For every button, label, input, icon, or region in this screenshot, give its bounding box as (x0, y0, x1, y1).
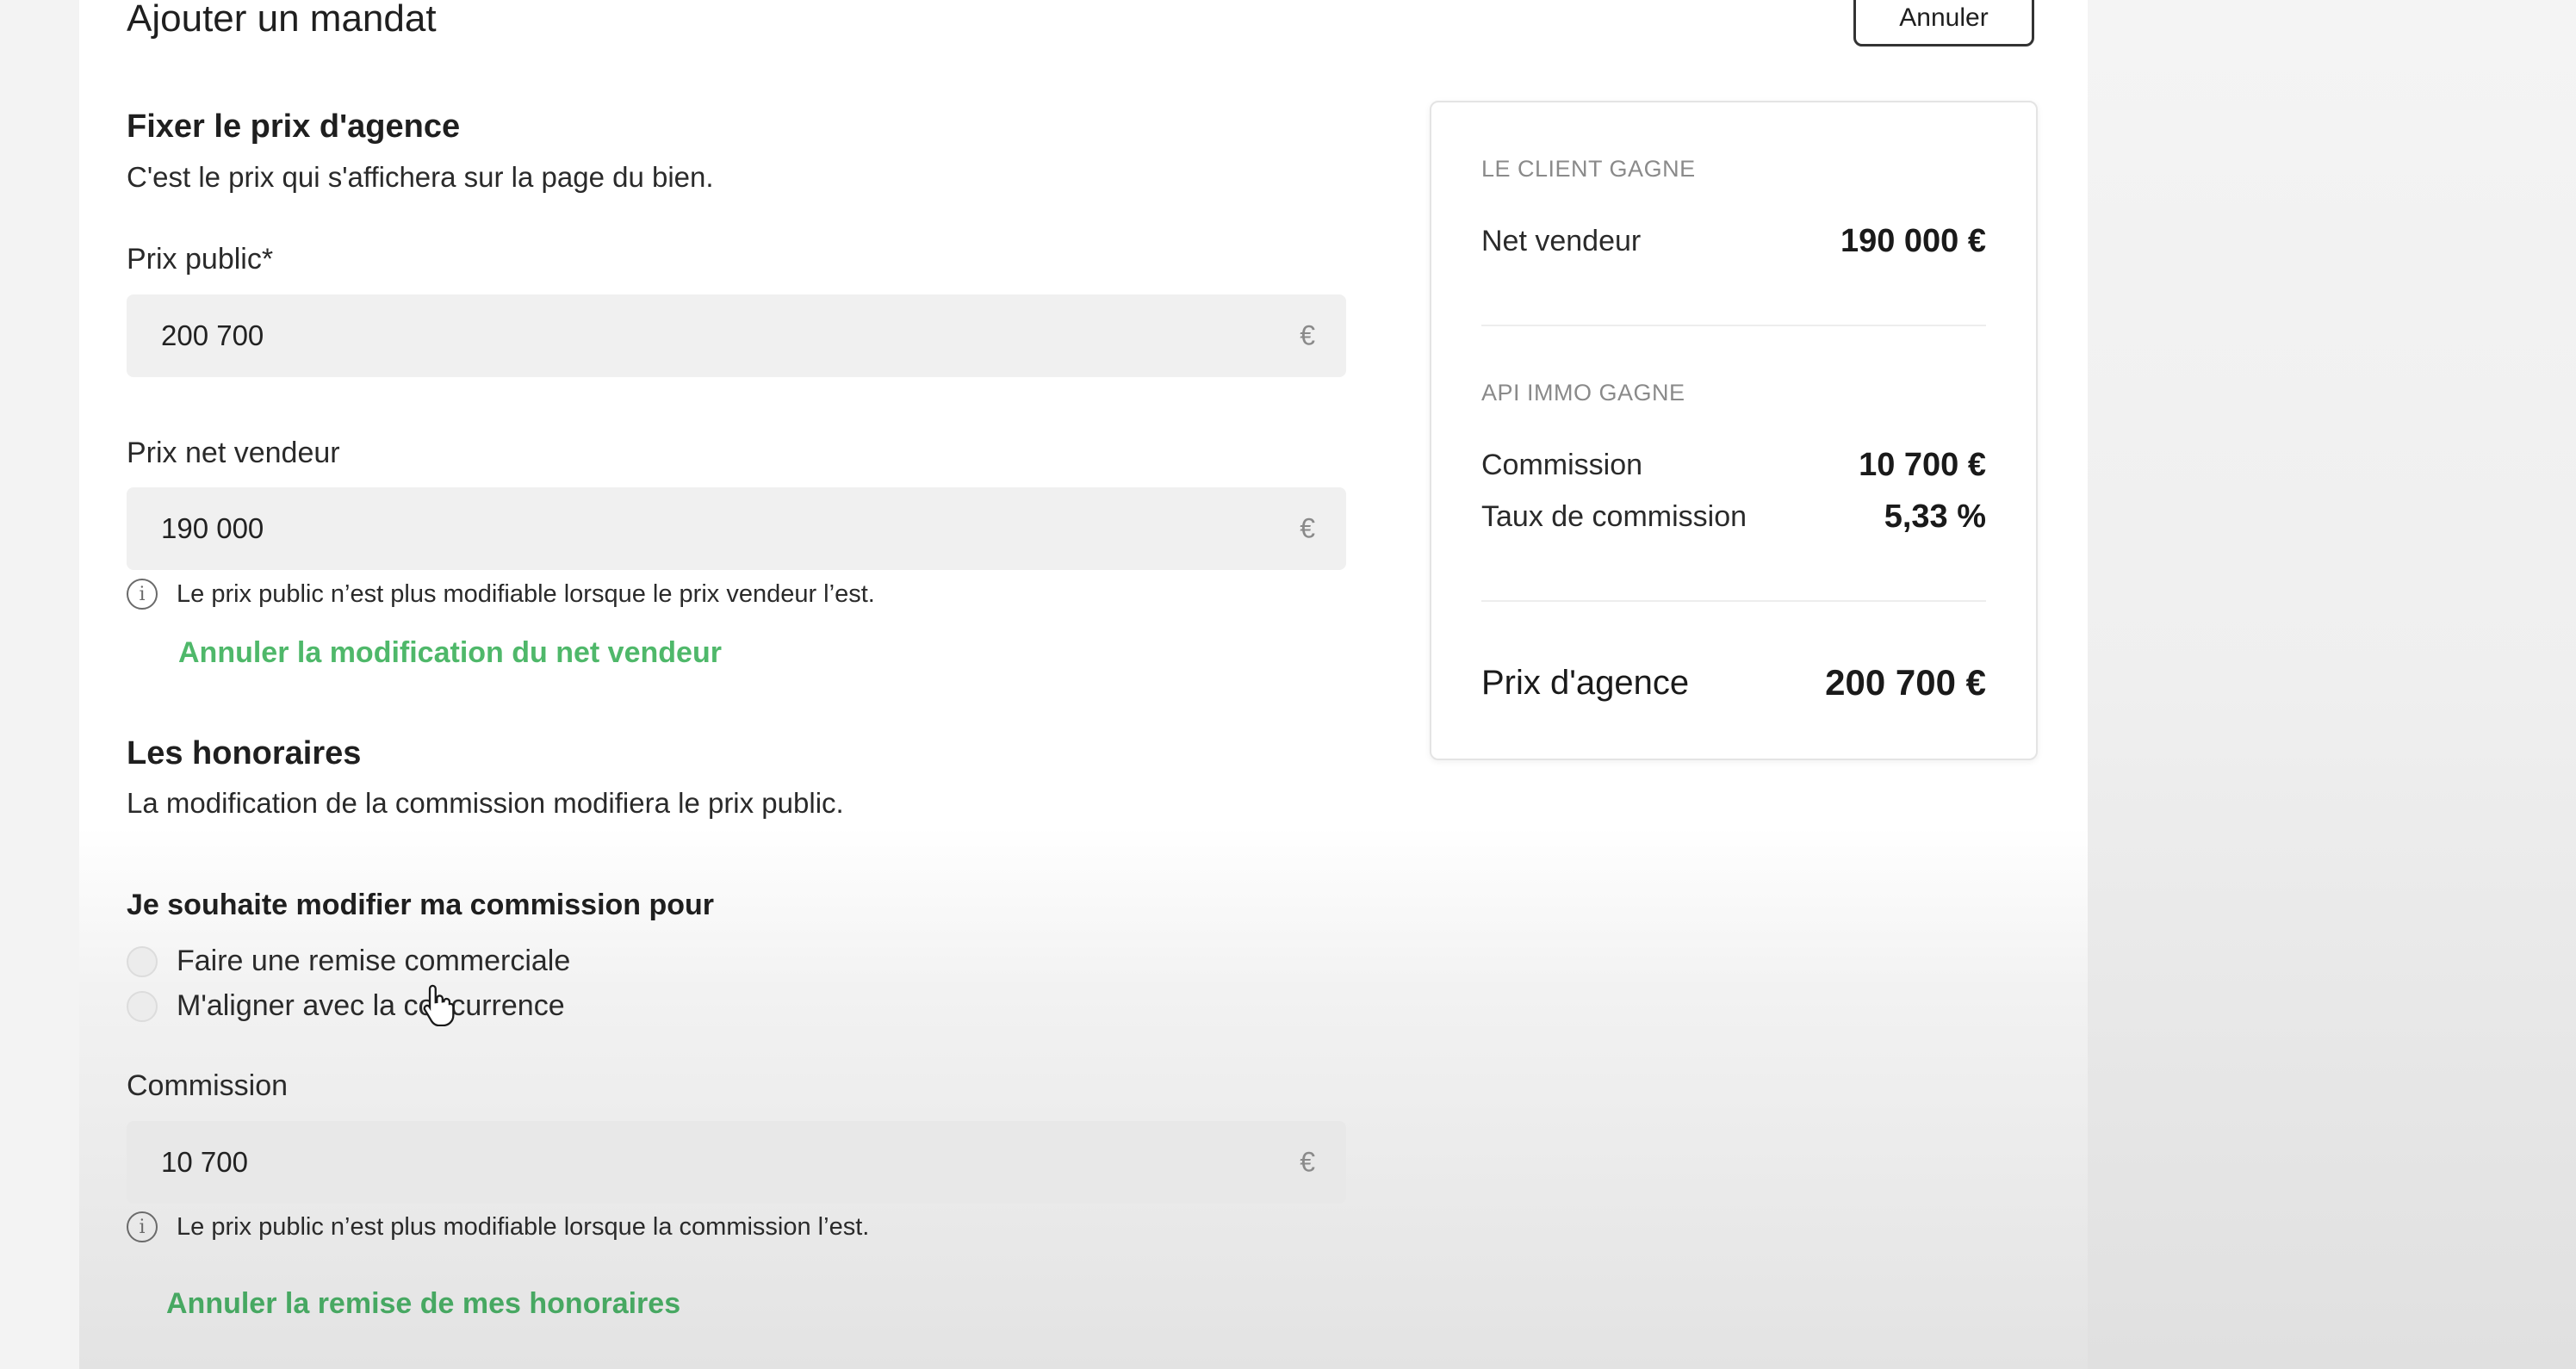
commission-input[interactable]: 10 700 € (127, 1121, 1346, 1204)
net-seller-info-text: Le prix public n’est plus modifiable lor… (177, 579, 875, 608)
pricing-heading: Fixer le prix d'agence (127, 108, 461, 145)
agency-price-value: 200 700 € (1825, 662, 1986, 703)
net-seller-summary-label: Net vendeur (1481, 225, 1642, 257)
hand-pointer-icon (423, 984, 455, 1026)
divider (1481, 325, 1986, 326)
agency-price-row: Prix d'agence 200 700 € (1481, 662, 1986, 703)
commission-info-text: Le prix public n’est plus modifiable lor… (177, 1212, 870, 1241)
info-icon: i (127, 579, 158, 610)
info-icon: i (127, 1211, 158, 1242)
cancel-fee-discount-link[interactable]: Annuler la remise de mes honoraires (166, 1287, 680, 1321)
net-seller-price-label: Prix net vendeur (127, 437, 340, 469)
commission-summary-label: Commission (1481, 449, 1643, 481)
rate-summary-label: Taux de commission (1481, 500, 1747, 533)
commission-info: i Le prix public n’est plus modifiable l… (127, 1211, 869, 1242)
net-seller-summary-value: 190 000 € (1840, 223, 1986, 259)
summary-card: LE CLIENT GAGNE Net vendeur 190 000 € AP… (1430, 101, 2038, 760)
commission-value: 10 700 (161, 1146, 248, 1178)
net-seller-price-input[interactable]: 190 000 € (127, 487, 1346, 570)
page-title: Ajouter un mandat (127, 0, 437, 40)
radio-button[interactable] (127, 945, 158, 977)
agency-price-label: Prix d'agence (1481, 663, 1690, 702)
divider (1481, 600, 1986, 602)
radio-button[interactable] (127, 990, 158, 1022)
right-gutter (2088, 0, 2576, 1369)
commission-summary-value: 10 700 € (1859, 447, 1986, 483)
public-price-label: Prix public* (127, 243, 274, 276)
net-seller-info: i Le prix public n’est plus modifiable l… (127, 579, 875, 610)
agency-gains-caption: API IMMO GAGNE (1481, 380, 1685, 406)
rate-summary-value: 5,33 % (1884, 499, 1986, 535)
commission-label: Commission (127, 1069, 289, 1102)
fees-heading: Les honoraires (127, 735, 362, 771)
commission-question: Je souhaite modifier ma commission pour (127, 889, 715, 921)
euro-symbol: € (1300, 319, 1315, 351)
radio-option-label: M'aligner avec la concurrence (177, 989, 565, 1022)
rate-row: Taux de commission 5,33 % (1481, 499, 1986, 536)
radio-option-discount[interactable]: Faire une remise commerciale (127, 945, 570, 978)
cancel-button[interactable]: Annuler (1853, 0, 2034, 46)
net-seller-price-value: 190 000 (161, 512, 264, 544)
commission-row: Commission 10 700 € (1481, 447, 1986, 484)
euro-symbol: € (1300, 1146, 1315, 1178)
radio-option-competition[interactable]: M'aligner avec la concurrence (127, 989, 565, 1023)
client-gains-caption: LE CLIENT GAGNE (1481, 156, 1696, 182)
euro-symbol: € (1300, 512, 1315, 544)
pricing-description: C'est le prix qui s'affichera sur la pag… (127, 161, 714, 193)
fees-description: La modification de la commission modifie… (127, 787, 844, 819)
radio-option-label: Faire une remise commerciale (177, 945, 571, 977)
public-price-input[interactable]: 200 700 € (127, 294, 1346, 377)
cancel-net-seller-link[interactable]: Annuler la modification du net vendeur (178, 636, 722, 670)
public-price-value: 200 700 (161, 319, 264, 351)
net-seller-row: Net vendeur 190 000 € (1481, 223, 1986, 260)
